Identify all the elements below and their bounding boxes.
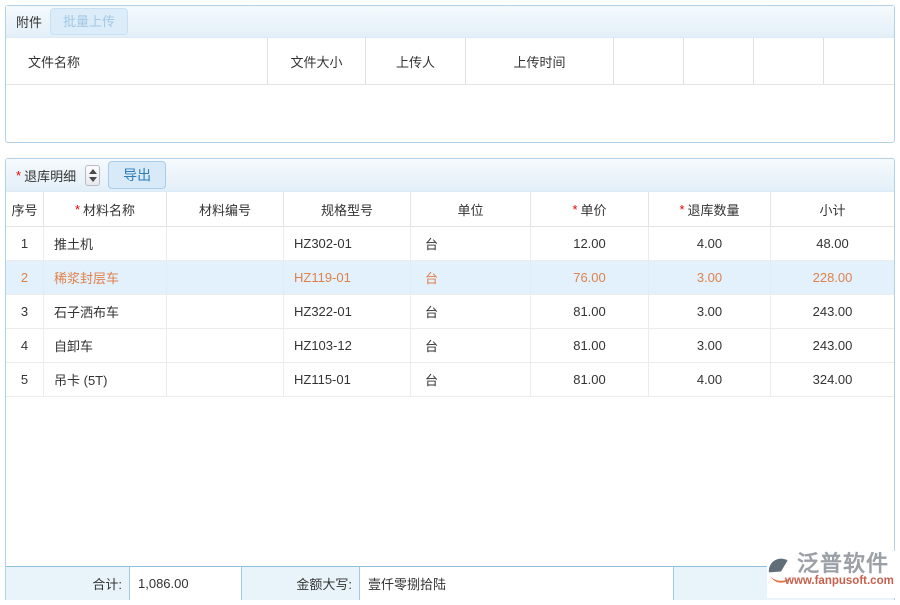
amount-words-value: 壹仟零捌拾陆 (359, 567, 674, 600)
total-label: 合计: (6, 567, 129, 600)
row-count-stepper[interactable] (85, 165, 100, 186)
col-header-unit-price: *单价 (531, 192, 649, 226)
col-header-return-qty: *退库数量 (649, 192, 771, 226)
col-header-file-name: 文件名称 (6, 38, 268, 84)
totals-footer: 合计: 1,086.00 金额大写: 壹仟零捌拾陆 (6, 566, 894, 600)
vendor-watermark: 泛普软件 www.fanpusoft.com (767, 551, 900, 598)
col-header-empty-2 (684, 38, 754, 84)
stepper-down-icon[interactable] (89, 177, 97, 182)
col-header-spec: 规格型号 (284, 192, 411, 226)
stepper-up-icon[interactable] (89, 169, 97, 174)
batch-upload-button[interactable]: 批量上传 (50, 8, 128, 35)
watermark-brand: 泛普软件 (797, 553, 894, 575)
total-value: 1,086.00 (129, 567, 242, 600)
col-header-empty-1 (614, 38, 684, 84)
col-header-material-name: *材料名称 (44, 192, 167, 226)
table-row[interactable]: 3 石子洒布车 HZ322-01 台 81.00 3.00 243.00 (6, 295, 894, 329)
col-header-upload-time: 上传时间 (466, 38, 614, 84)
watermark-url: www.fanpusoft.com (785, 576, 894, 588)
return-detail-title: * 退库明细 (16, 166, 76, 185)
attachments-table-body-empty (6, 85, 894, 144)
detail-table-empty-area (6, 397, 894, 566)
attachments-panel: 附件 批量上传 文件名称 文件大小 上传人 上传时间 (5, 5, 895, 143)
attachments-table-header: 文件名称 文件大小 上传人 上传时间 (6, 38, 894, 85)
table-row[interactable]: 4 自卸车 HZ103-12 台 81.00 3.00 243.00 (6, 329, 894, 363)
col-header-subtotal: 小计 (771, 192, 894, 226)
col-header-file-size: 文件大小 (268, 38, 366, 84)
col-header-uploader: 上传人 (366, 38, 466, 84)
col-header-material-code: 材料编号 (167, 192, 284, 226)
detail-table-header: 序号 *材料名称 材料编号 规格型号 单位 *单价 *退库数量 小计 (6, 192, 894, 227)
table-row[interactable]: 1 推土机 HZ302-01 台 12.00 4.00 48.00 (6, 227, 894, 261)
watermark-texts: 泛普软件 www.fanpusoft.com (797, 553, 894, 588)
return-detail-titlebar: * 退库明细 导出 (6, 159, 894, 192)
attachments-titlebar: 附件 批量上传 (6, 6, 894, 38)
col-header-seq: 序号 (6, 192, 44, 226)
return-detail-panel: * 退库明细 导出 序号 *材料名称 材料编号 规格型号 单位 *单价 *退库数… (5, 158, 895, 600)
col-header-empty-3 (754, 38, 824, 84)
table-row[interactable]: 5 吊卡 (5T) HZ115-01 台 81.00 4.00 324.00 (6, 363, 894, 397)
export-button[interactable]: 导出 (108, 161, 166, 189)
col-header-empty-4 (824, 38, 894, 84)
required-asterisk: * (16, 168, 21, 183)
col-header-unit: 单位 (411, 192, 531, 226)
amount-words-label: 金额大写: (242, 567, 359, 600)
attachments-title: 附件 (16, 12, 42, 31)
table-row[interactable]: 2 稀浆封层车 HZ119-01 台 76.00 3.00 228.00 (6, 261, 894, 295)
